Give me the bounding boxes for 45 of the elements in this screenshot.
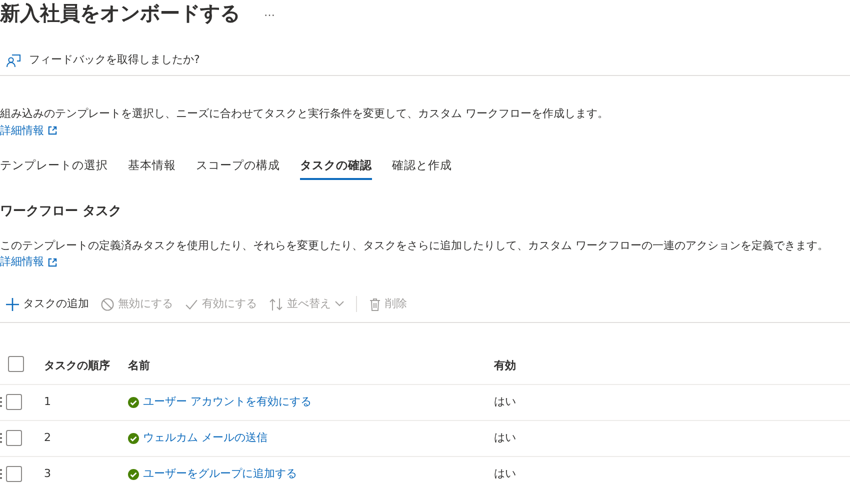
- drag-handle-icon[interactable]: [0, 397, 2, 408]
- tab[interactable]: 基本情報: [128, 153, 176, 180]
- checkbox[interactable]: [6, 466, 22, 482]
- order-cell-text: 1: [44, 394, 52, 410]
- checkbox[interactable]: [8, 356, 24, 372]
- task-name-link[interactable]: ユーザー アカウントを有効にする: [143, 394, 312, 411]
- success-check-icon: [128, 468, 139, 480]
- toolbar-button[interactable]: タスクの追加: [6, 296, 89, 313]
- enabled-cell-text: はい: [494, 394, 517, 410]
- checkmark-icon: [185, 298, 198, 311]
- chevron-down-icon: [335, 301, 344, 308]
- description: このテンプレートの定義済みタスクを使用したり、それらを変更したり、タスクをさらに追加したりして、カスタム ワークフローの一連のアクションを定義できます。: [0, 238, 830, 254]
- sort-icon: [269, 298, 283, 311]
- enabled-cell-text: はい: [494, 466, 517, 482]
- external-link-icon: [48, 126, 57, 136]
- feedback-icon: [6, 54, 21, 68]
- column-header: タスクの順序: [44, 358, 111, 374]
- checkbox[interactable]: [6, 430, 22, 446]
- tab[interactable]: テンプレートの選択: [0, 153, 108, 180]
- section-heading: ワークフロー タスク: [0, 204, 123, 220]
- tab[interactable]: 確認と作成: [392, 153, 452, 180]
- drag-handle-icon[interactable]: [0, 469, 2, 480]
- plus-icon: [6, 298, 19, 311]
- checkbox[interactable]: [6, 394, 22, 410]
- more-button[interactable]: …: [264, 4, 275, 22]
- column-header: 有効: [494, 358, 517, 374]
- description: 組み込みのテンプレートを選択し、ニーズに合わせてタスクと実行条件を変更して、カスタム ワークフローを作成します。: [0, 106, 610, 122]
- column-header: 名前: [128, 358, 151, 374]
- task-name-link[interactable]: ウェルカム メールの送信: [143, 430, 268, 447]
- order-cell-text: 3: [44, 466, 52, 482]
- blocked-icon: [101, 298, 114, 311]
- trash-icon: [369, 298, 381, 311]
- success-check-icon: [128, 396, 139, 408]
- order-cell-text: 2: [44, 430, 52, 446]
- learn-more-link[interactable]: 詳細情報: [0, 122, 57, 139]
- tab[interactable]: スコープの構成: [196, 153, 280, 180]
- enabled-cell-text: はい: [494, 430, 517, 446]
- page-title: 新入社員をオンボードする: [0, 1, 240, 25]
- learn-more-link[interactable]: 詳細情報: [0, 254, 57, 271]
- success-check-icon: [128, 432, 139, 444]
- feedback-link[interactable]: フィードバックを取得しましたか?: [29, 52, 200, 69]
- task-name-link[interactable]: ユーザーをグループに追加する: [143, 466, 297, 483]
- external-link-icon: [48, 258, 57, 268]
- drag-handle-icon[interactable]: [0, 433, 2, 444]
- tab[interactable]: タスクの確認: [300, 153, 372, 180]
